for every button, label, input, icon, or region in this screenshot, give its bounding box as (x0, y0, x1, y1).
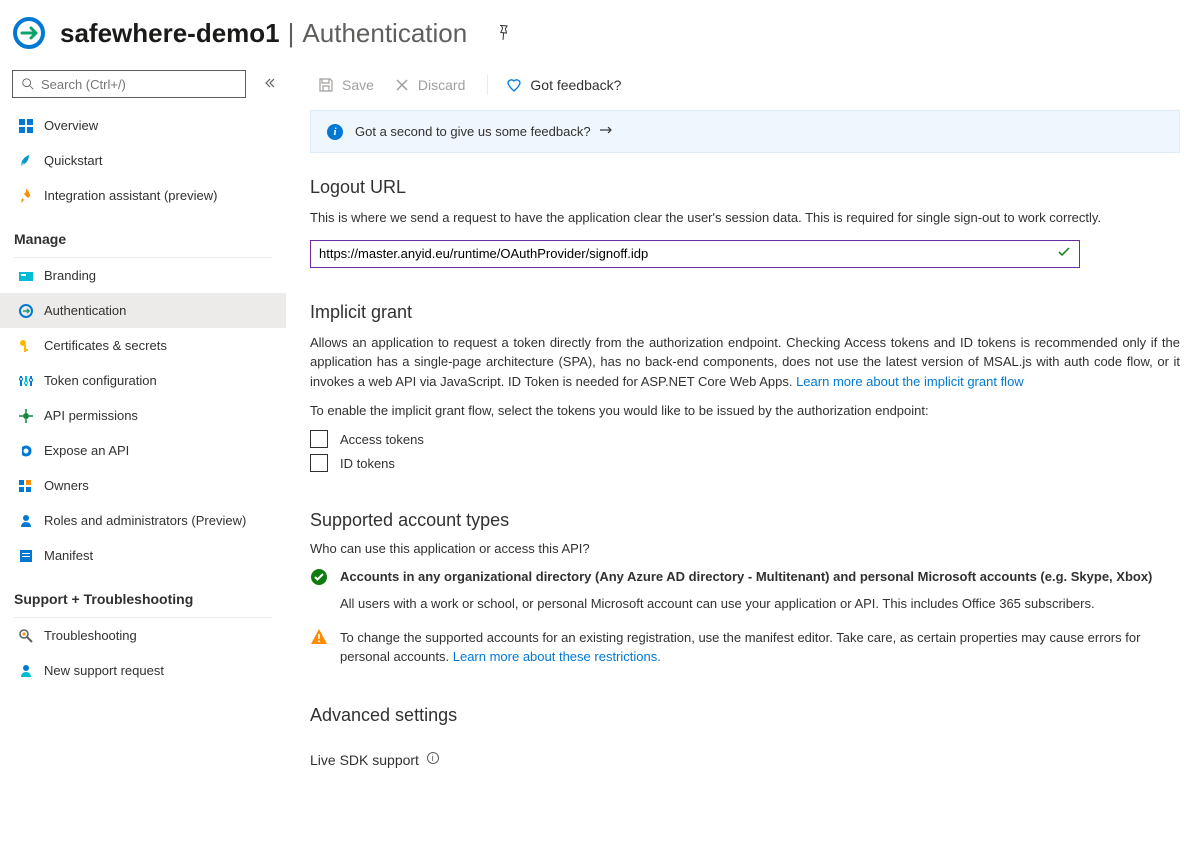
save-label: Save (342, 77, 374, 93)
discard-label: Discard (418, 77, 465, 93)
option-title: Accounts in any organizational directory… (340, 568, 1152, 586)
sidebar-item-label: Token configuration (44, 373, 157, 388)
auth-icon (18, 303, 34, 319)
sidebar-item-troubleshooting[interactable]: Troubleshooting (0, 618, 286, 653)
header-separator: | (288, 18, 295, 49)
logout-url-field[interactable] (319, 246, 1057, 261)
sidebar-item-certificates[interactable]: Certificates & secrets (0, 328, 286, 363)
feedback-label: Got feedback? (530, 77, 621, 93)
app-name: safewhere-demo1 (60, 18, 280, 49)
implicit-learn-more-link[interactable]: Learn more about the implicit grant flow (796, 374, 1024, 389)
main-content: Save Discard Got feedback? i Got a secon… (286, 70, 1200, 808)
sidebar-item-label: API permissions (44, 408, 138, 423)
checkbox-label: Access tokens (340, 432, 424, 447)
sidebar-item-label: New support request (44, 663, 164, 678)
save-button[interactable]: Save (310, 73, 382, 97)
page-title: Authentication (302, 18, 467, 49)
live-sdk-label: Live SDK support (310, 752, 419, 768)
troubleshoot-icon (18, 628, 34, 644)
sidebar-heading-manage: Manage (0, 213, 286, 255)
info-help-icon[interactable]: i (427, 752, 439, 764)
sidebar-item-label: Quickstart (44, 153, 103, 168)
feedback-button[interactable]: Got feedback? (498, 73, 629, 97)
sidebar-heading-support: Support + Troubleshooting (0, 573, 286, 615)
implicit-grant-desc: Allows an application to request a token… (310, 333, 1180, 392)
sidebar-item-label: Overview (44, 118, 98, 133)
sidebar-item-manifest[interactable]: Manifest (0, 538, 286, 573)
sidebar-item-quickstart[interactable]: Quickstart (0, 143, 286, 178)
sidebar-item-api-permissions[interactable]: API permissions (0, 398, 286, 433)
sidebar-item-overview[interactable]: Overview (0, 108, 286, 143)
rocket-icon (18, 188, 34, 204)
sidebar-item-integration[interactable]: Integration assistant (preview) (0, 178, 286, 213)
owners-icon (18, 478, 34, 494)
checkbox-icon (310, 454, 328, 472)
branding-icon (18, 268, 34, 284)
live-sdk-row: Live SDK support i (310, 752, 1180, 768)
sidebar-item-branding[interactable]: Branding (0, 258, 286, 293)
toolbar: Save Discard Got feedback? (310, 70, 1180, 110)
sidebar-item-label: Manifest (44, 548, 93, 563)
sidebar-item-label: Troubleshooting (44, 628, 137, 643)
search-input[interactable] (12, 70, 246, 98)
restrictions-link[interactable]: Learn more about these restrictions. (453, 649, 661, 664)
roles-icon (18, 513, 34, 529)
toolbar-separator (487, 75, 488, 95)
sidebar-item-label: Integration assistant (preview) (44, 188, 217, 203)
sidebar-item-expose-api[interactable]: Expose an API (0, 433, 286, 468)
save-icon (318, 77, 334, 93)
advanced-heading: Advanced settings (310, 705, 1180, 726)
id-tokens-checkbox[interactable]: ID tokens (310, 454, 1180, 472)
manifest-icon (18, 548, 34, 564)
implicit-enable-text: To enable the implicit grant flow, selec… (310, 403, 1180, 418)
checkbox-label: ID tokens (340, 456, 395, 471)
key-icon (18, 338, 34, 354)
supported-types-heading: Supported account types (310, 510, 1180, 531)
page-header: safewhere-demo1 | Authentication (0, 0, 1200, 70)
sidebar-item-token-config[interactable]: Token configuration (0, 363, 286, 398)
sidebar-item-label: Roles and administrators (Preview) (44, 513, 246, 528)
sidebar: Overview Quickstart Integration assistan… (0, 70, 286, 808)
heart-icon (506, 77, 522, 93)
check-icon (1057, 245, 1071, 262)
checkbox-icon (310, 430, 328, 448)
banner-text: Got a second to give us some feedback? (355, 124, 591, 139)
info-icon: i (327, 124, 343, 140)
supported-option-selected[interactable]: Accounts in any organizational directory… (310, 568, 1180, 614)
check-circle-icon (310, 568, 328, 586)
warning-icon (310, 628, 328, 646)
token-config-icon (18, 373, 34, 389)
expose-api-icon (18, 443, 34, 459)
sidebar-item-label: Certificates & secrets (44, 338, 167, 353)
quickstart-icon (18, 153, 34, 169)
pin-icon[interactable] (495, 24, 511, 43)
implicit-desc-text: Allows an application to request a token… (310, 335, 1180, 389)
feedback-banner[interactable]: i Got a second to give us some feedback? (310, 110, 1180, 153)
logout-url-input[interactable] (310, 240, 1080, 268)
discard-button[interactable]: Discard (386, 73, 473, 97)
supported-warning: To change the supported accounts for an … (310, 628, 1180, 667)
discard-icon (394, 77, 410, 93)
sidebar-item-roles[interactable]: Roles and administrators (Preview) (0, 503, 286, 538)
sidebar-item-label: Expose an API (44, 443, 129, 458)
logout-url-heading: Logout URL (310, 177, 1180, 198)
arrow-right-icon (599, 123, 613, 140)
support-icon (18, 663, 34, 679)
sidebar-item-label: Branding (44, 268, 96, 283)
sidebar-item-label: Owners (44, 478, 89, 493)
search-field[interactable] (41, 77, 237, 92)
app-logo-icon (12, 16, 46, 50)
option-desc: All users with a work or school, or pers… (340, 594, 1152, 614)
sidebar-item-label: Authentication (44, 303, 126, 318)
api-permissions-icon (18, 408, 34, 424)
sidebar-item-authentication[interactable]: Authentication (0, 293, 286, 328)
logout-url-desc: This is where we send a request to have … (310, 208, 1180, 228)
collapse-sidebar-icon[interactable] (264, 77, 276, 92)
implicit-grant-heading: Implicit grant (310, 302, 1180, 323)
access-tokens-checkbox[interactable]: Access tokens (310, 430, 1180, 448)
sidebar-item-owners[interactable]: Owners (0, 468, 286, 503)
sidebar-item-support-request[interactable]: New support request (0, 653, 286, 688)
supported-who-text: Who can use this application or access t… (310, 541, 1180, 556)
overview-icon (18, 118, 34, 134)
